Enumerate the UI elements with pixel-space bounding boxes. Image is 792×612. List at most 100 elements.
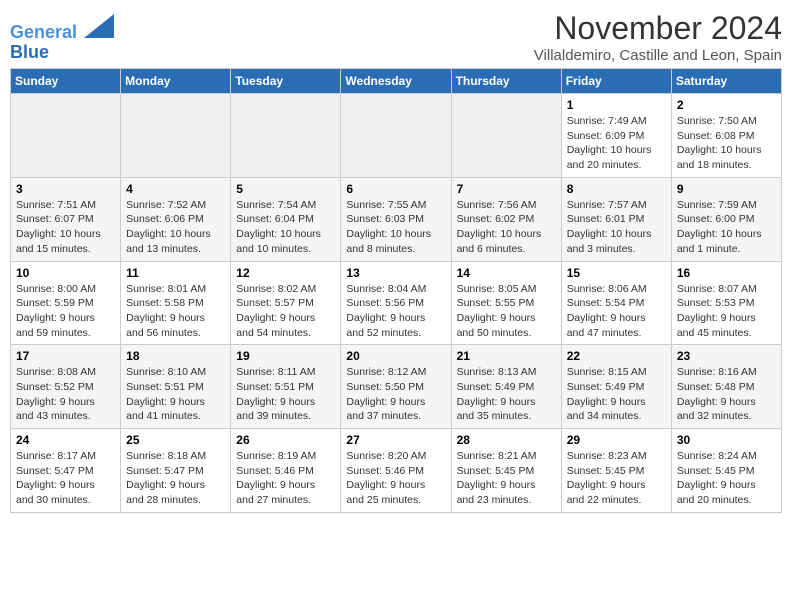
day-content: Sunrise: 8:24 AM Sunset: 5:45 PM Dayligh… bbox=[677, 449, 776, 508]
day-content: Sunrise: 7:59 AM Sunset: 6:00 PM Dayligh… bbox=[677, 198, 776, 257]
day-content: Sunrise: 8:23 AM Sunset: 5:45 PM Dayligh… bbox=[567, 449, 666, 508]
logo-blue: Blue bbox=[10, 43, 114, 63]
day-content: Sunrise: 8:20 AM Sunset: 5:46 PM Dayligh… bbox=[346, 449, 445, 508]
day-content: Sunrise: 7:54 AM Sunset: 6:04 PM Dayligh… bbox=[236, 198, 335, 257]
day-content: Sunrise: 8:08 AM Sunset: 5:52 PM Dayligh… bbox=[16, 365, 115, 424]
calendar-table: SundayMondayTuesdayWednesdayThursdayFrid… bbox=[10, 68, 782, 513]
week-row-3: 10 Sunrise: 8:00 AM Sunset: 5:59 PM Dayli… bbox=[11, 261, 782, 345]
day-content: Sunrise: 8:13 AM Sunset: 5:49 PM Dayligh… bbox=[457, 365, 556, 424]
day-number: 5 bbox=[236, 182, 335, 196]
day-content: Sunrise: 8:17 AM Sunset: 5:47 PM Dayligh… bbox=[16, 449, 115, 508]
calendar-cell: 17 Sunrise: 8:08 AM Sunset: 5:52 PM Dayli… bbox=[11, 345, 121, 429]
calendar-cell: 6 Sunrise: 7:55 AM Sunset: 6:03 PM Daylig… bbox=[341, 177, 451, 261]
day-number: 29 bbox=[567, 433, 666, 447]
calendar-cell: 23 Sunrise: 8:16 AM Sunset: 5:48 PM Dayli… bbox=[671, 345, 781, 429]
day-content: Sunrise: 8:04 AM Sunset: 5:56 PM Dayligh… bbox=[346, 282, 445, 341]
logo-icon bbox=[84, 14, 114, 38]
calendar-cell bbox=[11, 94, 121, 178]
day-content: Sunrise: 8:05 AM Sunset: 5:55 PM Dayligh… bbox=[457, 282, 556, 341]
calendar-cell: 19 Sunrise: 8:11 AM Sunset: 5:51 PM Dayli… bbox=[231, 345, 341, 429]
day-content: Sunrise: 8:12 AM Sunset: 5:50 PM Dayligh… bbox=[346, 365, 445, 424]
header-monday: Monday bbox=[121, 69, 231, 94]
day-content: Sunrise: 8:02 AM Sunset: 5:57 PM Dayligh… bbox=[236, 282, 335, 341]
day-content: Sunrise: 8:01 AM Sunset: 5:58 PM Dayligh… bbox=[126, 282, 225, 341]
day-number: 21 bbox=[457, 349, 556, 363]
day-number: 4 bbox=[126, 182, 225, 196]
day-number: 3 bbox=[16, 182, 115, 196]
day-number: 13 bbox=[346, 266, 445, 280]
calendar-cell bbox=[451, 94, 561, 178]
calendar-header-row: SundayMondayTuesdayWednesdayThursdayFrid… bbox=[11, 69, 782, 94]
calendar-cell: 9 Sunrise: 7:59 AM Sunset: 6:00 PM Daylig… bbox=[671, 177, 781, 261]
header-sunday: Sunday bbox=[11, 69, 121, 94]
page-header: General Blue November 2024 Villaldemiro,… bbox=[10, 10, 782, 64]
day-number: 6 bbox=[346, 182, 445, 196]
day-content: Sunrise: 8:21 AM Sunset: 5:45 PM Dayligh… bbox=[457, 449, 556, 508]
day-content: Sunrise: 7:49 AM Sunset: 6:09 PM Dayligh… bbox=[567, 114, 666, 173]
day-content: Sunrise: 8:07 AM Sunset: 5:53 PM Dayligh… bbox=[677, 282, 776, 341]
day-number: 20 bbox=[346, 349, 445, 363]
calendar-cell: 27 Sunrise: 8:20 AM Sunset: 5:46 PM Dayli… bbox=[341, 429, 451, 513]
day-number: 27 bbox=[346, 433, 445, 447]
day-content: Sunrise: 8:11 AM Sunset: 5:51 PM Dayligh… bbox=[236, 365, 335, 424]
calendar-cell: 4Sunrise: 7:52 AM Sunset: 6:06 PM Daylig… bbox=[121, 177, 231, 261]
day-number: 26 bbox=[236, 433, 335, 447]
calendar-cell bbox=[341, 94, 451, 178]
title-section: November 2024 Villaldemiro, Castille and… bbox=[534, 10, 782, 64]
calendar-cell: 5 Sunrise: 7:54 AM Sunset: 6:04 PM Daylig… bbox=[231, 177, 341, 261]
day-content: Sunrise: 7:56 AM Sunset: 6:02 PM Dayligh… bbox=[457, 198, 556, 257]
day-number: 11 bbox=[126, 266, 225, 280]
day-content: Sunrise: 8:19 AM Sunset: 5:46 PM Dayligh… bbox=[236, 449, 335, 508]
calendar-cell: 8 Sunrise: 7:57 AM Sunset: 6:01 PM Daylig… bbox=[561, 177, 671, 261]
location-subtitle: Villaldemiro, Castille and Leon, Spain bbox=[534, 47, 782, 64]
day-content: Sunrise: 7:57 AM Sunset: 6:01 PM Dayligh… bbox=[567, 198, 666, 257]
day-content: Sunrise: 8:06 AM Sunset: 5:54 PM Dayligh… bbox=[567, 282, 666, 341]
day-number: 16 bbox=[677, 266, 776, 280]
week-row-2: 3 Sunrise: 7:51 AM Sunset: 6:07 PM Daylig… bbox=[11, 177, 782, 261]
calendar-cell bbox=[121, 94, 231, 178]
calendar-cell: 7 Sunrise: 7:56 AM Sunset: 6:02 PM Daylig… bbox=[451, 177, 561, 261]
calendar-cell: 29 Sunrise: 8:23 AM Sunset: 5:45 PM Dayli… bbox=[561, 429, 671, 513]
day-content: Sunrise: 8:16 AM Sunset: 5:48 PM Dayligh… bbox=[677, 365, 776, 424]
calendar-cell: 1Sunrise: 7:49 AM Sunset: 6:09 PM Daylig… bbox=[561, 94, 671, 178]
calendar-cell: 30Sunrise: 8:24 AM Sunset: 5:45 PM Dayli… bbox=[671, 429, 781, 513]
calendar-cell: 22Sunrise: 8:15 AM Sunset: 5:49 PM Dayli… bbox=[561, 345, 671, 429]
calendar-cell: 24Sunrise: 8:17 AM Sunset: 5:47 PM Dayli… bbox=[11, 429, 121, 513]
calendar-cell: 21 Sunrise: 8:13 AM Sunset: 5:49 PM Dayli… bbox=[451, 345, 561, 429]
day-number: 23 bbox=[677, 349, 776, 363]
day-number: 12 bbox=[236, 266, 335, 280]
calendar-cell: 10 Sunrise: 8:00 AM Sunset: 5:59 PM Dayli… bbox=[11, 261, 121, 345]
calendar-cell: 11 Sunrise: 8:01 AM Sunset: 5:58 PM Dayli… bbox=[121, 261, 231, 345]
month-title: November 2024 bbox=[534, 10, 782, 47]
day-number: 15 bbox=[567, 266, 666, 280]
day-number: 19 bbox=[236, 349, 335, 363]
calendar-cell bbox=[231, 94, 341, 178]
day-number: 22 bbox=[567, 349, 666, 363]
calendar-cell: 25Sunrise: 8:18 AM Sunset: 5:47 PM Dayli… bbox=[121, 429, 231, 513]
day-number: 9 bbox=[677, 182, 776, 196]
calendar-cell: 14 Sunrise: 8:05 AM Sunset: 5:55 PM Dayli… bbox=[451, 261, 561, 345]
header-friday: Friday bbox=[561, 69, 671, 94]
day-number: 28 bbox=[457, 433, 556, 447]
logo-general: General bbox=[10, 22, 77, 42]
calendar-cell: 28 Sunrise: 8:21 AM Sunset: 5:45 PM Dayli… bbox=[451, 429, 561, 513]
week-row-1: 1Sunrise: 7:49 AM Sunset: 6:09 PM Daylig… bbox=[11, 94, 782, 178]
day-number: 7 bbox=[457, 182, 556, 196]
day-number: 14 bbox=[457, 266, 556, 280]
day-number: 10 bbox=[16, 266, 115, 280]
calendar-cell: 18Sunrise: 8:10 AM Sunset: 5:51 PM Dayli… bbox=[121, 345, 231, 429]
day-content: Sunrise: 8:18 AM Sunset: 5:47 PM Dayligh… bbox=[126, 449, 225, 508]
header-thursday: Thursday bbox=[451, 69, 561, 94]
day-number: 17 bbox=[16, 349, 115, 363]
day-content: Sunrise: 8:10 AM Sunset: 5:51 PM Dayligh… bbox=[126, 365, 225, 424]
day-content: Sunrise: 7:55 AM Sunset: 6:03 PM Dayligh… bbox=[346, 198, 445, 257]
header-tuesday: Tuesday bbox=[231, 69, 341, 94]
day-number: 8 bbox=[567, 182, 666, 196]
day-content: Sunrise: 8:00 AM Sunset: 5:59 PM Dayligh… bbox=[16, 282, 115, 341]
calendar-cell: 26 Sunrise: 8:19 AM Sunset: 5:46 PM Dayli… bbox=[231, 429, 341, 513]
header-wednesday: Wednesday bbox=[341, 69, 451, 94]
calendar-cell: 15 Sunrise: 8:06 AM Sunset: 5:54 PM Dayli… bbox=[561, 261, 671, 345]
logo: General Blue bbox=[10, 14, 114, 63]
calendar-cell: 16 Sunrise: 8:07 AM Sunset: 5:53 PM Dayli… bbox=[671, 261, 781, 345]
day-content: Sunrise: 7:51 AM Sunset: 6:07 PM Dayligh… bbox=[16, 198, 115, 257]
